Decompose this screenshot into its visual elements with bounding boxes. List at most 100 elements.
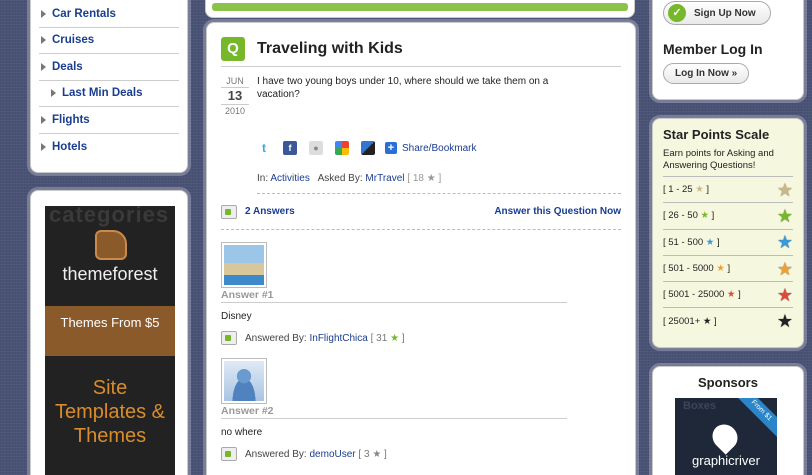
nav-item-flights[interactable]: Flights: [39, 107, 179, 134]
facebook-icon[interactable]: f: [283, 141, 297, 155]
answered-by-label: Answered By:: [245, 448, 307, 460]
scale-level: [ 1 - 25 ★ ] ★: [663, 176, 793, 202]
answer-user-link[interactable]: demoUser: [309, 449, 355, 460]
question-title: Traveling with Kids: [257, 39, 403, 57]
answer-number: Answer #1: [221, 289, 567, 303]
scale-level: [ 25001+ ★ ] ★: [663, 307, 793, 333]
member-panel: ✓ Sign Up Now Member Log In Log In Now »: [652, 0, 804, 100]
triangle-icon: [41, 62, 46, 71]
scale-level-range: [ 1 - 25 ★ ]: [663, 184, 710, 196]
date-day: 13: [221, 87, 249, 105]
answers-icon: [221, 204, 237, 219]
member-login-title: Member Log In: [663, 41, 763, 57]
triangle-icon: [41, 115, 46, 124]
graphicriver-logo-icon: [707, 419, 743, 455]
top-strip: [205, 0, 635, 18]
scale-level-range: [ 501 - 5000 ★ ]: [663, 263, 731, 275]
ad-background-text: Boxes: [683, 400, 717, 412]
answer-byline: Answered By: demoUser [ 3 ★ ]: [221, 446, 621, 462]
question-text: I have two young boys under 10, where sh…: [257, 76, 549, 100]
ad-brand: graphicriver: [692, 453, 760, 468]
share-label: Share/Bookmark: [402, 142, 477, 154]
plus-icon: +: [385, 142, 397, 154]
sign-up-button[interactable]: ✓ Sign Up Now: [663, 1, 771, 25]
ad-background-text: categories: [49, 206, 170, 227]
nav-item-hotels[interactable]: Hotels: [39, 134, 179, 161]
delicious-icon[interactable]: [361, 141, 375, 155]
google-icon[interactable]: [335, 141, 349, 155]
themeforest-ad: categories themeforest Themes From $5 Si…: [30, 190, 188, 475]
ad-brand: themeforest: [62, 264, 158, 284]
answer-points: [ 3 ★ ]: [358, 448, 387, 460]
star-icon: ★: [776, 284, 793, 305]
scale-level: [ 51 - 500 ★ ] ★: [663, 228, 793, 255]
nav-item-deals[interactable]: Deals: [39, 54, 179, 81]
answer-icon: [221, 331, 237, 345]
avatar-image: [224, 245, 264, 285]
nav-item-label: Flights: [52, 113, 90, 126]
star-icon: ★: [776, 311, 793, 332]
star-icon: ★: [776, 179, 793, 200]
scale-level-range: [ 25001+ ★ ]: [663, 315, 717, 327]
answer-user-link[interactable]: InFlightChica: [309, 333, 367, 344]
answer-item: Answer #1 Disney Answered By: InFlightCh…: [221, 242, 621, 346]
myspace-icon[interactable]: ●: [309, 141, 323, 155]
avatar[interactable]: [221, 358, 267, 404]
answers-count-link[interactable]: 2 Answers: [245, 206, 295, 217]
share-bookmark-button[interactable]: + Share/Bookmark: [385, 142, 476, 154]
asker-link[interactable]: MrTravel: [365, 173, 404, 184]
question-body: JUN 13 2010 I have two young boys under …: [221, 75, 621, 117]
ad-price-band: Themes From $5: [45, 306, 175, 356]
in-label: In:: [257, 173, 269, 184]
scale-level-range: [ 5001 - 25000 ★ ]: [663, 289, 741, 301]
sign-up-label: Sign Up Now: [694, 7, 756, 19]
answer-number: Answer #2: [221, 405, 567, 419]
nav-item-last-min-deals[interactable]: Last Min Deals: [39, 81, 179, 107]
nav-item-label: Last Min Deals: [62, 87, 143, 100]
answer-points: [ 31 ★ ]: [370, 332, 405, 344]
scale-level: [ 501 - 5000 ★ ] ★: [663, 254, 793, 281]
scale-level: [ 26 - 50 ★ ] ★: [663, 202, 793, 228]
question-date: JUN 13 2010: [221, 75, 249, 117]
answers-bar: 2 Answers Answer this Question Now: [221, 194, 621, 230]
ad-ribbon: From $1: [734, 398, 777, 438]
graphicriver-ad[interactable]: Boxes From $1 graphicriver: [675, 398, 777, 475]
answer-text: no where: [221, 427, 263, 438]
sponsors-title: Sponsors: [698, 375, 758, 390]
triangle-icon: [41, 9, 46, 18]
category-link[interactable]: Activities: [270, 173, 309, 184]
scale-level-range: [ 26 - 50 ★ ]: [663, 210, 715, 222]
star-points-scale: Star Points Scale Earn points for Asking…: [652, 118, 804, 348]
category-nav: Car Rentals Cruises Deals Last Min Deals…: [30, 0, 188, 173]
triangle-icon: [51, 89, 56, 98]
triangle-icon: [41, 36, 46, 45]
scale-levels: [ 1 - 25 ★ ] ★[ 26 - 50 ★ ] ★[ 51 - 500 ★ …: [663, 176, 793, 334]
nav-item-cruises[interactable]: Cruises: [39, 28, 179, 54]
answer-byline: Answered By: InFlightChica [ 31 ★ ]: [221, 330, 621, 346]
answer-text: Disney: [221, 311, 252, 322]
sponsors-panel: Sponsors Boxes From $1 graphicriver: [652, 366, 804, 475]
scale-description: Earn points for Asking and Answering Que…: [663, 148, 774, 171]
star-icon: ★: [776, 258, 793, 279]
nav-item-label: Cruises: [52, 34, 95, 47]
answered-by-label: Answered By:: [245, 332, 307, 344]
twitter-icon[interactable]: t: [257, 141, 271, 155]
checkmark-icon: ✓: [668, 4, 686, 22]
scale-title: Star Points Scale: [663, 127, 770, 142]
question-header: Q Traveling with Kids: [221, 35, 621, 67]
log-in-button[interactable]: Log In Now »: [663, 63, 750, 84]
nav-item-label: Deals: [52, 60, 83, 73]
question-panel: Q Traveling with Kids JUN 13 2010 I have…: [206, 22, 636, 475]
date-year: 2010: [224, 106, 246, 116]
ad-banner[interactable]: categories themeforest Themes From $5 Si…: [45, 206, 175, 475]
answer-icon: [221, 447, 237, 461]
avatar[interactable]: [221, 242, 267, 288]
default-user-icon: [224, 361, 264, 401]
nav-item-car-rentals[interactable]: Car Rentals: [39, 1, 179, 28]
nav-item-label: Car Rentals: [52, 7, 116, 20]
date-month: JUN: [226, 76, 244, 86]
answer-now-link[interactable]: Answer this Question Now: [494, 206, 621, 217]
share-bar: t f ● + Share/Bookmark: [257, 139, 621, 157]
triangle-icon: [41, 142, 46, 151]
asked-by-label: Asked By:: [317, 173, 363, 184]
